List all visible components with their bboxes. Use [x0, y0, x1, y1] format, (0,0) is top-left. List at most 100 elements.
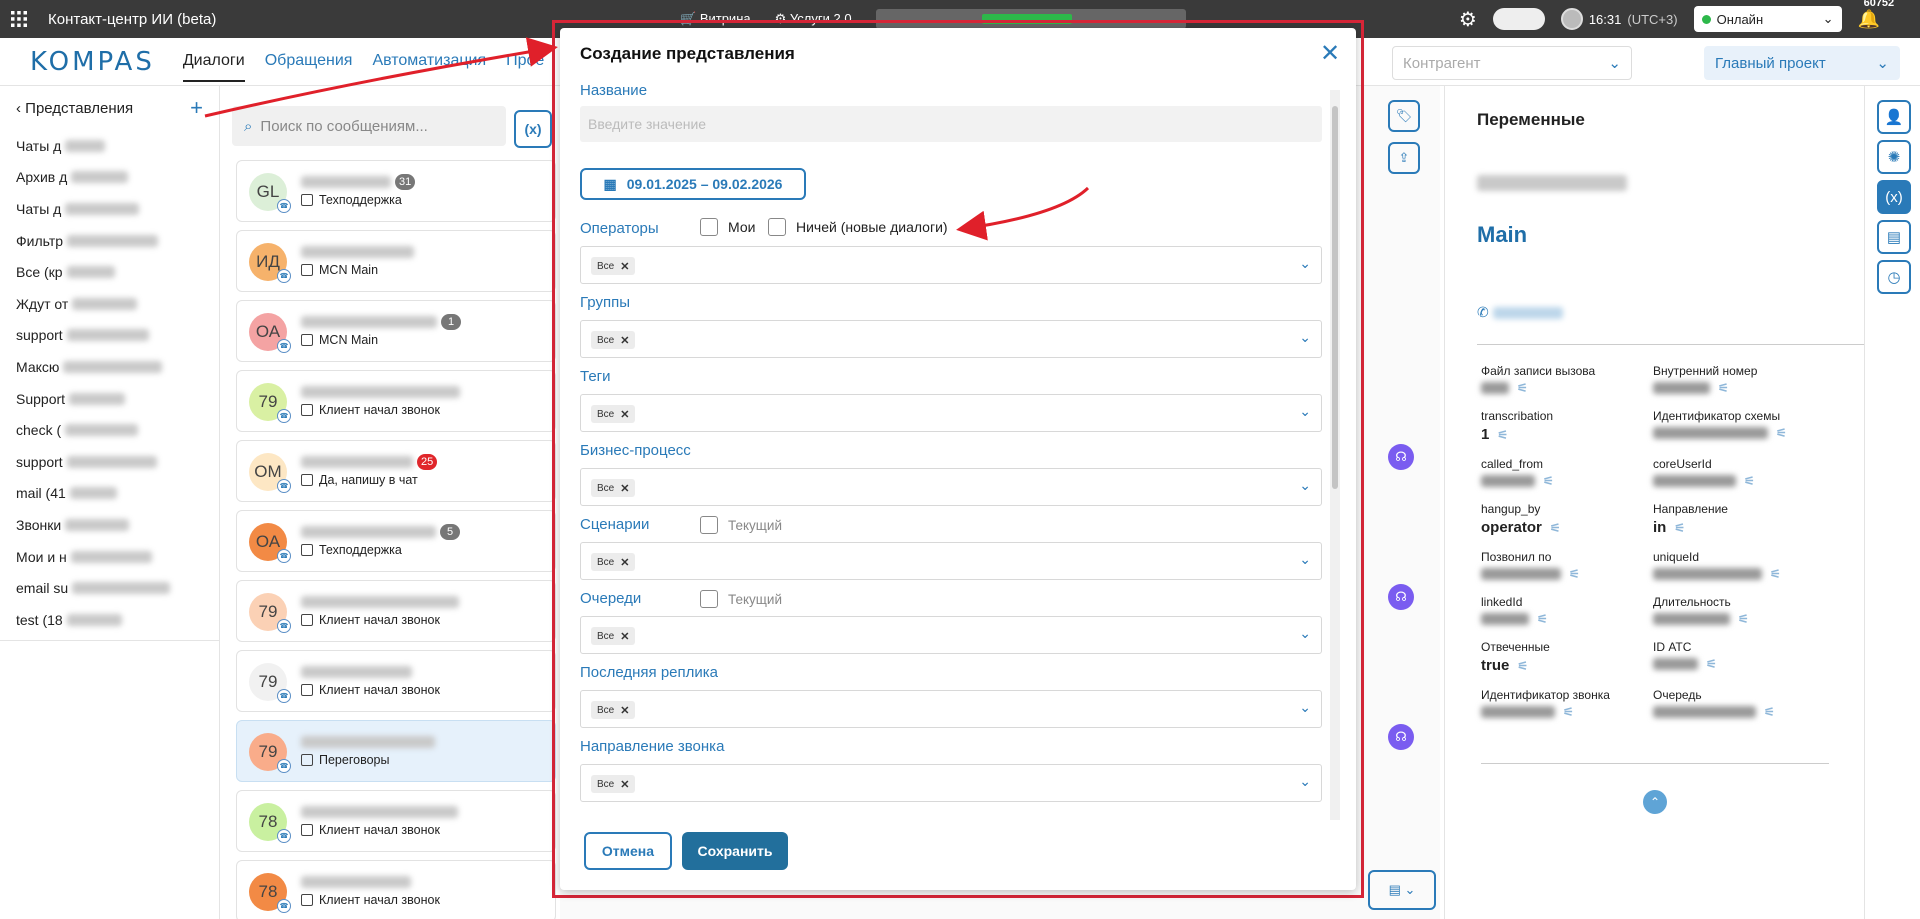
view-item[interactable]: email su	[0, 572, 219, 604]
view-item[interactable]: mail (41	[0, 478, 219, 510]
tag-icon[interactable]: 🏷	[1388, 100, 1420, 132]
tab-requests[interactable]: Обращения	[265, 42, 353, 82]
variable-settings-icon[interactable]: ⚟	[1497, 428, 1508, 442]
all-chip[interactable]: Все ✕	[591, 479, 636, 497]
view-item[interactable]: support	[0, 320, 219, 352]
chip-remove-icon[interactable]: ✕	[620, 260, 629, 273]
history-clock-icon[interactable]: ◷	[1877, 260, 1911, 294]
status-select[interactable]: Онлайн ⌄	[1693, 6, 1842, 32]
queues-current-checkbox[interactable]	[700, 590, 718, 608]
view-item[interactable]: Support	[0, 383, 219, 415]
chevron-down-icon[interactable]: ⌄	[1299, 773, 1311, 790]
tab-automation[interactable]: Автоматизация	[372, 42, 486, 82]
dialog-card[interactable]: 79 ☎ Клиент начал звонок	[236, 580, 556, 642]
groups-select[interactable]: Все ✕ ⌄	[580, 320, 1322, 358]
queues-current-row[interactable]: Текущий	[700, 590, 782, 608]
name-input[interactable]: Введите значение	[580, 106, 1322, 142]
search-pill[interactable]	[1492, 8, 1545, 30]
notes-icon[interactable]: ▤	[1877, 220, 1911, 254]
variable-settings-icon[interactable]: ⚟	[1550, 521, 1561, 535]
kompas-logo[interactable]: KOMPAS	[30, 47, 155, 77]
dialog-card[interactable]: ОА ☎ 5 Техподдержка	[236, 510, 556, 572]
scroll-up-icon[interactable]: ⌃	[1643, 790, 1667, 814]
variable-settings-icon[interactable]: ⚟	[1744, 474, 1755, 488]
variable-settings-icon[interactable]: ⚟	[1706, 657, 1717, 671]
apps-grid-icon[interactable]	[0, 0, 38, 38]
view-item[interactable]: test (18	[0, 604, 219, 636]
dialog-card[interactable]: GL ☎ 31 Техподдержка	[236, 160, 556, 222]
view-item[interactable]: check (	[0, 414, 219, 446]
variable-settings-icon[interactable]: ⚟	[1674, 521, 1685, 535]
dialog-card[interactable]: 79 ☎ Переговоры	[236, 720, 556, 782]
variable-filter-button[interactable]: (x)	[514, 110, 552, 148]
variable-settings-icon[interactable]: ⚟	[1764, 705, 1775, 719]
operators-select[interactable]: Все ✕ ⌄	[580, 246, 1322, 284]
variable-settings-icon[interactable]: ⚟	[1517, 659, 1528, 673]
queues-select[interactable]: Все ✕ ⌄	[580, 616, 1322, 654]
tags-select[interactable]: Все ✕ ⌄	[580, 394, 1322, 432]
search-input[interactable]: ⌕ Поиск по сообщениям...	[232, 106, 506, 146]
views-back[interactable]: ‹ Представления	[16, 100, 133, 117]
mine-checkbox-row[interactable]: Мои	[700, 218, 755, 236]
chevron-down-icon[interactable]: ⌄	[1299, 551, 1311, 568]
tab-projects[interactable]: Прое	[506, 42, 544, 82]
scrollbar-thumb[interactable]	[1332, 106, 1338, 489]
variable-settings-icon[interactable]: ⚟	[1563, 705, 1574, 719]
dialog-card[interactable]: 79 ☎ Клиент начал звонок	[236, 370, 556, 432]
view-item[interactable]: Мои и н	[0, 541, 219, 573]
dialog-card[interactable]: 78 ☎ Клиент начал звонок	[236, 860, 556, 919]
chevron-down-icon[interactable]: ⌄	[1299, 699, 1311, 716]
nobody-checkbox[interactable]	[768, 218, 786, 236]
project-select[interactable]: Главный проект ⌄	[1704, 46, 1900, 80]
dialog-card[interactable]: ОА ☎ 1 MCN Main	[236, 300, 556, 362]
templates-menu-button[interactable]: ▤ ⌄	[1368, 870, 1436, 910]
all-chip[interactable]: Все ✕	[591, 553, 636, 571]
variable-settings-icon[interactable]: ⚟	[1543, 474, 1554, 488]
chevron-down-icon[interactable]: ⌄	[1299, 329, 1311, 346]
mine-checkbox[interactable]	[700, 218, 718, 236]
chip-remove-icon[interactable]: ✕	[620, 630, 629, 643]
last-reply-select[interactable]: Все ✕ ⌄	[580, 690, 1322, 728]
variable-settings-icon[interactable]: ⚟	[1738, 612, 1749, 626]
ai-assistant-icon[interactable]: ✺	[1877, 140, 1911, 174]
chevron-down-icon[interactable]: ⌄	[1299, 477, 1311, 494]
all-chip[interactable]: Все ✕	[591, 775, 636, 793]
add-view-plus-icon[interactable]: +	[190, 95, 203, 121]
scenarios-current-row[interactable]: Текущий	[700, 516, 782, 534]
variables-icon[interactable]: (x)	[1877, 180, 1911, 214]
variable-settings-icon[interactable]: ⚟	[1517, 381, 1528, 395]
all-chip[interactable]: Все ✕	[591, 331, 636, 349]
counterparty-select[interactable]: Контрагент ⌄	[1392, 46, 1632, 80]
variable-settings-icon[interactable]: ⚟	[1569, 567, 1580, 581]
chevron-down-icon[interactable]: ⌄	[1299, 625, 1311, 642]
date-range-button[interactable]: ▦ 09.01.2025 – 09.02.2026	[580, 168, 806, 200]
settings-gear-icon[interactable]: ⚙	[1459, 7, 1477, 32]
variable-settings-icon[interactable]: ⚟	[1718, 381, 1729, 395]
close-icon[interactable]: ✕	[1320, 42, 1340, 66]
view-item[interactable]: Фильтр	[0, 225, 219, 257]
user-profile-icon[interactable]: 👤	[1877, 100, 1911, 134]
dialog-card[interactable]: 79 ☎ Клиент начал звонок	[236, 650, 556, 712]
chip-remove-icon[interactable]: ✕	[620, 556, 629, 569]
view-item[interactable]: Ждут от	[0, 288, 219, 320]
save-button[interactable]: Сохранить	[682, 832, 788, 870]
dialog-card[interactable]: ИД ☎ MCN Main	[236, 230, 556, 292]
view-item[interactable]: Все (кр	[0, 256, 219, 288]
all-chip[interactable]: Все ✕	[591, 701, 636, 719]
view-item[interactable]: Чаты д	[0, 130, 219, 162]
view-item[interactable]: Звонки	[0, 509, 219, 541]
variable-settings-icon[interactable]: ⚟	[1776, 426, 1787, 440]
cancel-button[interactable]: Отмена	[584, 832, 672, 870]
operator-headset-icon[interactable]: ☊	[1388, 444, 1414, 470]
view-item[interactable]: Архив д	[0, 162, 219, 194]
all-chip[interactable]: Все ✕	[591, 627, 636, 645]
user-clock[interactable]: 16:31 (UTC+3)	[1560, 8, 1678, 30]
operator-headset-icon[interactable]: ☊	[1388, 584, 1414, 610]
all-chip[interactable]: Все ✕	[591, 257, 636, 275]
chip-remove-icon[interactable]: ✕	[620, 408, 629, 421]
view-item[interactable]: Чаты д	[0, 193, 219, 225]
nobody-checkbox-row[interactable]: Ничей (новые диалоги)	[768, 218, 948, 236]
chip-remove-icon[interactable]: ✕	[620, 778, 629, 791]
variable-settings-icon[interactable]: ⚟	[1770, 567, 1781, 581]
scenarios-select[interactable]: Все ✕ ⌄	[580, 542, 1322, 580]
